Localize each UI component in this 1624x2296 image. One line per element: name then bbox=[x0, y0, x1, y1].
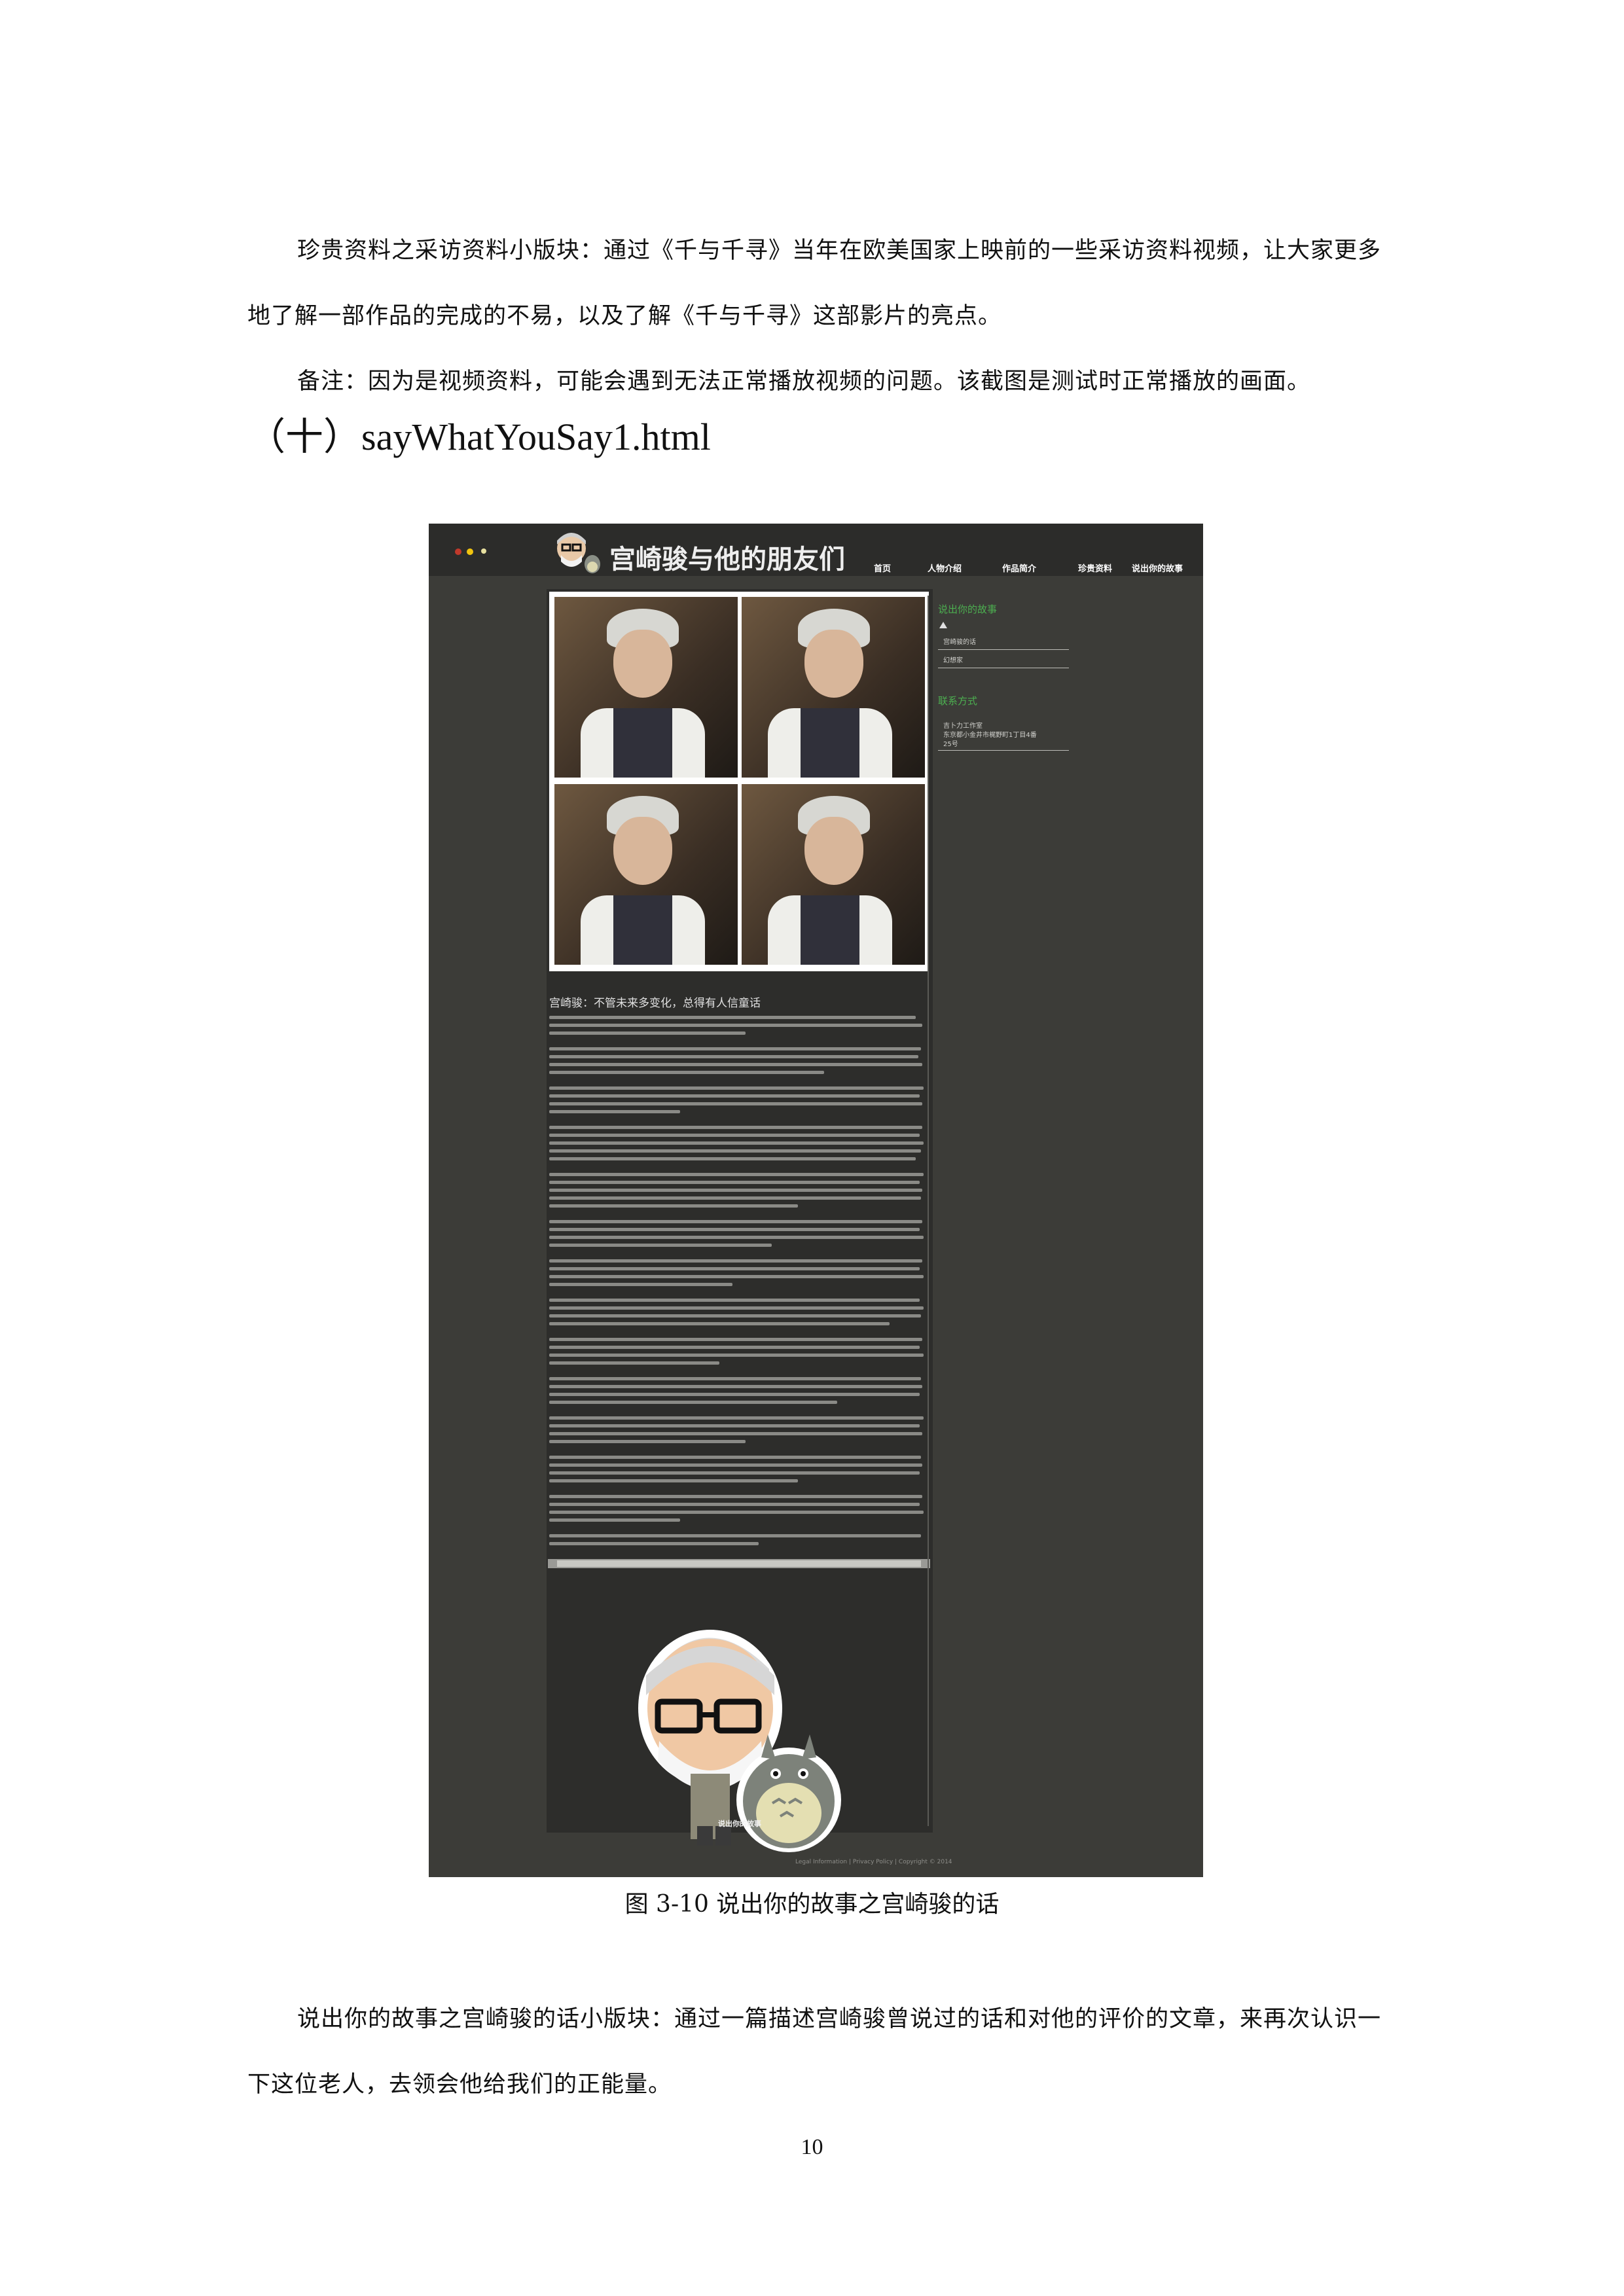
miyazaki-totoro-illustration bbox=[638, 1630, 841, 1852]
site-copyright: Legal Information | Privacy Policy | Cop… bbox=[795, 1859, 952, 1865]
sidebar-item-dreamer[interactable]: 幻想家 bbox=[943, 655, 963, 664]
website-screenshot: 宫崎骏与他的朋友们 首页 人物介绍 作品简介 珍贵资料 说出你的故事 宫崎骏：不… bbox=[429, 524, 1203, 1877]
nav-people[interactable]: 人物介绍 bbox=[928, 562, 962, 574]
scrollbar-thumb[interactable] bbox=[557, 1560, 921, 1567]
section-heading: （十）sayWhatYouSay1.html bbox=[247, 416, 711, 458]
nav-works[interactable]: 作品简介 bbox=[1002, 562, 1036, 574]
photo-grid bbox=[549, 592, 929, 971]
paragraph-interview-section: 珍贵资料之采访资料小版块：通过《千与千寻》当年在欧美国家上映前的一些采访资料视频… bbox=[247, 238, 1382, 329]
bookmark-icon bbox=[939, 622, 947, 628]
nav-home[interactable]: 首页 bbox=[874, 562, 891, 574]
site-header: 宫崎骏与他的朋友们 首页 人物介绍 作品简介 珍贵资料 说出你的故事 bbox=[429, 524, 1203, 576]
decor-dot-red bbox=[455, 548, 461, 555]
photo-miyazaki-1 bbox=[554, 597, 738, 778]
contact-line-2: 东京都小金井市梶野町1丁目4番 bbox=[943, 732, 1037, 739]
contact-line-3: 25号 bbox=[943, 741, 958, 748]
figure-caption: 图 3-10 说出你的故事之宫崎骏的话 bbox=[624, 1891, 1000, 1918]
miyazaki-cartoon-icon bbox=[557, 533, 600, 573]
content-divider bbox=[928, 596, 929, 1826]
main-content: 宫崎骏：不管未来多变化，总得有人信童话 说出你的故事 bbox=[547, 589, 933, 1852]
article-title: 宫崎骏：不管未来多变化，总得有人信童话 bbox=[549, 997, 761, 1010]
photo-miyazaki-3 bbox=[554, 784, 738, 965]
decor-dot-moon bbox=[481, 548, 486, 554]
nav-archive[interactable]: 珍贵资料 bbox=[1078, 562, 1112, 574]
sidebar-item-miyazaki-words[interactable]: 宫崎骏的话 bbox=[943, 636, 976, 646]
photo-miyazaki-4 bbox=[742, 784, 925, 965]
site-logo[interactable]: 宫崎骏与他的朋友们 bbox=[552, 529, 845, 576]
photo-miyazaki-2 bbox=[742, 597, 925, 778]
nav-your-story[interactable]: 说出你的故事 bbox=[1132, 562, 1183, 574]
sidebar-title-contact: 联系方式 bbox=[938, 695, 978, 707]
horizontal-scrollbar[interactable] bbox=[548, 1559, 930, 1568]
paragraph-story-section: 说出你的故事之宫崎骏的话小版块：通过一篇描述宫崎骏曾说过的话和对他的评价的文章，… bbox=[247, 2006, 1382, 2098]
paragraph-note: 备注：因为是视频资料，可能会遇到无法正常播放视频的问题。该截图是测试时正常播放的… bbox=[297, 368, 1311, 395]
site-logo-text: 宫崎骏与他的朋友们 bbox=[609, 545, 845, 575]
sidebar-title-stories: 说出你的故事 bbox=[938, 603, 998, 615]
main-nav: 首页 人物介绍 作品简介 珍贵资料 说出你的故事 bbox=[874, 562, 1201, 575]
footer-story-link[interactable]: 说出你的故事 bbox=[547, 1818, 933, 1829]
decor-dot-yellow bbox=[467, 548, 473, 555]
contact-line-1: 吉卜力工作室 bbox=[943, 723, 983, 730]
page-number: 10 bbox=[801, 2135, 823, 2159]
